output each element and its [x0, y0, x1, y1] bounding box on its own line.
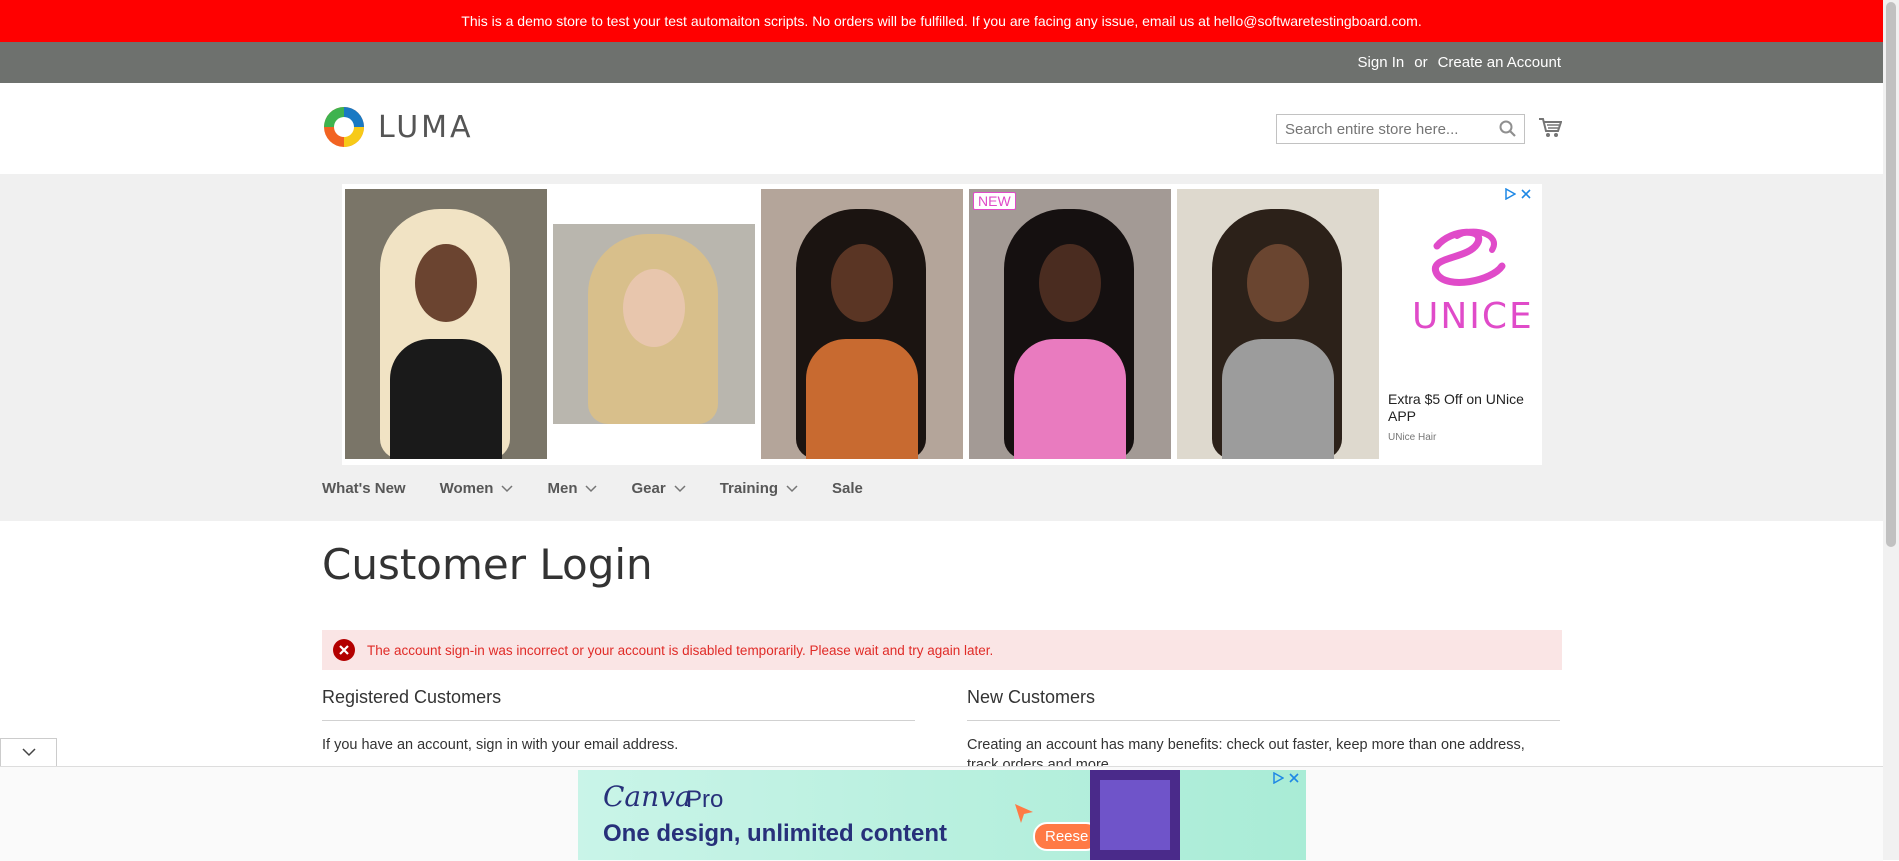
- nav-item-training[interactable]: Training: [720, 480, 798, 497]
- ad-photo-2[interactable]: [553, 189, 755, 459]
- ad-brand-name: UNICE: [1412, 296, 1534, 337]
- search-input[interactable]: [1277, 120, 1498, 138]
- page-scrollbar[interactable]: [1883, 0, 1899, 860]
- search-box: [1276, 114, 1525, 144]
- unice-logo-icon: [1431, 228, 1506, 286]
- canva-thumbnail: [1090, 770, 1180, 860]
- chevron-down-icon: [501, 484, 514, 492]
- ad-collapse-tab[interactable]: [0, 738, 57, 766]
- canva-pro-label: Pro: [686, 786, 724, 813]
- canva-tagline: One design, unlimited content: [603, 820, 948, 847]
- ad-play-icon[interactable]: [1504, 188, 1516, 200]
- registered-customers-block: Registered Customers If you have an acco…: [322, 680, 915, 755]
- ad-headline[interactable]: Extra $5 Off on UNice APP: [1388, 391, 1528, 425]
- nav-item-whats-new[interactable]: What's New: [322, 480, 406, 497]
- chevron-down-icon: [21, 748, 36, 757]
- nav-item-label: Sale: [832, 480, 863, 497]
- ad-photo-5[interactable]: [1177, 189, 1379, 459]
- ad-advertiser: UNice Hair: [1388, 432, 1437, 443]
- nav-item-label: Men: [547, 480, 578, 497]
- ad-choices[interactable]: [1504, 188, 1532, 200]
- nav-item-gear[interactable]: Gear: [631, 480, 686, 497]
- ad-photo-3[interactable]: [761, 189, 963, 459]
- new-customers-block: New Customers Creating an account has ma…: [967, 680, 1560, 773]
- create-account-link[interactable]: Create an Account: [1438, 54, 1561, 71]
- bottom-ad-banner[interactable]: Canva Pro One design, unlimited content …: [578, 770, 1306, 860]
- scrollbar-thumb[interactable]: [1886, 2, 1896, 547]
- header-panel: Sign In or Create an Account: [0, 42, 1883, 83]
- main-nav: What's New Women Men Gear Training Sale: [322, 480, 897, 497]
- nav-item-label: Gear: [631, 480, 666, 497]
- new-customers-text: Creating an account has many benefits: c…: [967, 737, 1525, 773]
- canva-brand: Canva: [603, 780, 692, 813]
- error-message: The account sign-in was incorrect or you…: [322, 630, 1562, 670]
- nav-item-label: Women: [439, 480, 494, 497]
- site-header: LUMA: [0, 83, 1883, 174]
- ad-close-icon[interactable]: [1520, 188, 1532, 200]
- top-ad-banner[interactable]: NEW UNICE Extra $5 Off on UNice APP UNic…: [342, 184, 1542, 465]
- registered-customers-text: If you have an account, sign in with you…: [322, 737, 679, 753]
- ad-photo-4[interactable]: NEW: [969, 189, 1171, 459]
- nav-item-label: Training: [719, 480, 779, 497]
- cart-icon[interactable]: [1538, 117, 1562, 139]
- chevron-down-icon: [674, 484, 686, 492]
- nav-item-men[interactable]: Men: [547, 480, 598, 497]
- luma-logo[interactable]: LUMA: [322, 105, 474, 149]
- demo-banner: This is a demo store to test your test a…: [0, 0, 1883, 42]
- nav-item-label: What's New: [322, 480, 406, 497]
- registered-customers-heading: Registered Customers: [322, 680, 915, 721]
- chevron-down-icon: [786, 484, 798, 492]
- error-text: The account sign-in was incorrect or you…: [367, 642, 994, 658]
- luma-logo-icon: [324, 107, 364, 147]
- header-links: Sign In or Create an Account: [1358, 42, 1561, 83]
- error-icon: [333, 639, 355, 661]
- ad-play-icon[interactable]: [1272, 772, 1284, 784]
- cursor-arrow-icon: [1015, 804, 1033, 823]
- nav-item-women[interactable]: Women: [440, 480, 514, 497]
- demo-banner-text: This is a demo store to test your test a…: [461, 13, 1422, 29]
- or-text: or: [1414, 54, 1428, 71]
- new-badge: NEW: [973, 192, 1016, 210]
- nav-item-sale[interactable]: Sale: [832, 480, 863, 497]
- page-title: Customer Login: [322, 540, 653, 589]
- ad-photo-1[interactable]: [345, 189, 547, 459]
- search-icon[interactable]: [1498, 119, 1518, 139]
- logo-text: LUMA: [378, 109, 474, 145]
- ad-brand-panel[interactable]: UNICE Extra $5 Off on UNice APP UNice Ha…: [1382, 184, 1542, 465]
- new-customers-heading: New Customers: [967, 680, 1560, 721]
- sign-in-link[interactable]: Sign In: [1358, 54, 1405, 71]
- ad-close-icon[interactable]: [1288, 772, 1300, 784]
- chevron-down-icon: [585, 484, 598, 492]
- bottom-ad-choices[interactable]: [1272, 772, 1300, 784]
